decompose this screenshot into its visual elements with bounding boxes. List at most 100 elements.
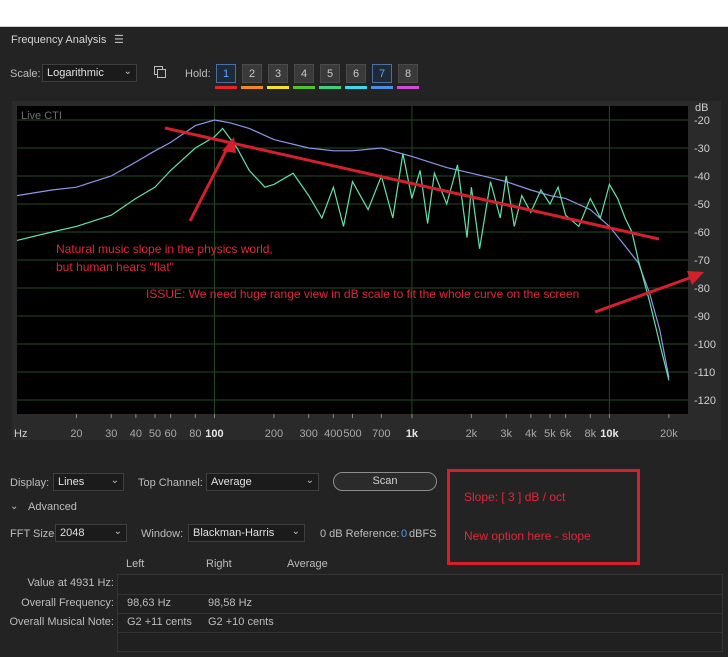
y-tick-label: -40: [694, 171, 710, 183]
overall-frequency-right: 98,58 Hz: [208, 597, 253, 609]
y-tick-label: -50: [694, 199, 710, 211]
x-tick-label: 50: [149, 428, 161, 440]
hold-color-bar-4: [293, 86, 315, 89]
zero-db-reference-unit: dBFS: [409, 528, 437, 540]
table-divider: [118, 613, 722, 614]
fft-size-dropdown[interactable]: 2048 ⌄: [55, 524, 127, 542]
panel-title: Frequency Analysis: [11, 34, 107, 46]
column-header-right: Right: [206, 558, 232, 570]
live-cti-label: Live CTI: [21, 110, 62, 122]
x-tick-label: 20: [70, 428, 82, 440]
y-tick-label: -30: [694, 143, 710, 155]
x-tick-label: 40: [130, 428, 142, 440]
x-tick-label: 1k: [406, 428, 419, 440]
copy-icon[interactable]: [154, 66, 166, 78]
window-value: Blackman-Harris: [193, 527, 275, 539]
y-tick-label: -90: [694, 311, 710, 323]
x-tick-label: 700: [372, 428, 390, 440]
x-axis-unit-label: Hz: [14, 428, 27, 440]
x-tick-label: 100: [205, 428, 223, 440]
x-tick-label: 3k: [500, 428, 512, 440]
fft-size-value: 2048: [60, 527, 85, 539]
x-tick-label: 5k: [544, 428, 556, 440]
application-top-bar: [0, 0, 728, 27]
chevron-down-icon: ⌄: [123, 66, 132, 77]
hold-button-6[interactable]: 6: [346, 64, 366, 83]
top-channel-label: Top Channel:: [138, 477, 203, 489]
chevron-down-icon: ⌄: [305, 475, 314, 486]
y-tick-label: -60: [694, 227, 710, 239]
x-tick-label: 400: [324, 428, 342, 440]
hold-color-bar-3: [267, 86, 289, 89]
scale-dropdown[interactable]: Logarithmic ⌄: [42, 64, 137, 82]
y-tick-label: -110: [694, 367, 715, 379]
hold-button-8[interactable]: 8: [398, 64, 418, 83]
statistics-table: [117, 574, 723, 652]
top-channel-dropdown[interactable]: Average ⌄: [206, 473, 319, 491]
x-tick-label: 10k: [600, 428, 619, 440]
scan-button[interactable]: Scan: [333, 472, 437, 491]
scale-value: Logarithmic: [47, 67, 104, 79]
x-tick-label: 20k: [660, 428, 678, 440]
hold-color-bar-2: [241, 86, 263, 89]
new-option-text: New option here - slope: [464, 529, 591, 543]
overall-note-right: G2 +10 cents: [208, 616, 274, 628]
x-tick-label: 2k: [466, 428, 478, 440]
overall-note-left: G2 +11 cents: [127, 616, 192, 628]
column-header-left: Left: [126, 558, 145, 570]
hold-color-bar-5: [319, 86, 341, 89]
zero-db-reference-value[interactable]: 0: [401, 528, 407, 540]
display-label: Display:: [10, 477, 50, 489]
chevron-down-icon: ⌄: [291, 526, 300, 537]
issue-annotation: ISSUE: We need huge range view in dB sca…: [146, 287, 579, 301]
hamburger-menu-icon[interactable]: ☰: [114, 33, 124, 46]
x-tick-label: 60: [165, 428, 177, 440]
hold-button-5[interactable]: 5: [320, 64, 340, 83]
hold-color-bar-7: [371, 86, 393, 89]
x-tick-label: 30: [105, 428, 117, 440]
x-tick-label: 4k: [525, 428, 537, 440]
hold-button-4[interactable]: 4: [294, 64, 314, 83]
hold-color-bar-6: [345, 86, 367, 89]
scale-label: Scale:: [10, 68, 41, 80]
column-header-average: Average: [287, 558, 328, 570]
advanced-chevron-icon[interactable]: ⌄: [10, 501, 18, 512]
hold-color-bar-1: [215, 86, 237, 89]
hold-button-3[interactable]: 3: [268, 64, 288, 83]
hold-button-2[interactable]: 2: [242, 64, 262, 83]
y-tick-label: -70: [694, 255, 710, 267]
advanced-toggle[interactable]: Advanced: [28, 501, 77, 513]
frequency-chart[interactable]: Live CTI dB Hz 20 30 40 50 60 80 100 200 300 400 5…: [12, 101, 721, 440]
overall-frequency-left: 98,63 Hz: [127, 597, 172, 609]
hold-button-1[interactable]: 1: [216, 64, 236, 83]
window-dropdown[interactable]: Blackman-Harris ⌄: [188, 524, 305, 542]
zero-db-reference-label: 0 dB Reference:: [320, 528, 400, 540]
hold-label: Hold:: [185, 68, 211, 80]
display-value: Lines: [58, 476, 85, 488]
row-label-overall-frequency: Overall Frequency:: [21, 597, 114, 609]
row-label-value-at: Value at 4931 Hz:: [27, 577, 114, 589]
annotation-line-1: Natural music slope in the physics world…: [56, 242, 273, 256]
y-axis-unit-label: dB: [695, 102, 708, 114]
hold-color-bar-8: [397, 86, 419, 89]
x-tick-label: 6k: [560, 428, 572, 440]
row-label-overall-note: Overall Musical Note:: [9, 616, 114, 628]
y-tick-label: -100: [694, 339, 716, 351]
table-divider: [118, 594, 722, 595]
x-tick-label: 80: [189, 428, 201, 440]
hold-button-7[interactable]: 7: [372, 64, 392, 83]
top-channel-value: Average: [211, 476, 252, 488]
x-tick-label: 500: [343, 428, 361, 440]
x-tick-label: 200: [265, 428, 283, 440]
y-tick-label: -80: [694, 283, 710, 295]
y-tick-label: -120: [694, 395, 716, 407]
table-divider: [118, 632, 722, 633]
y-tick-label: -20: [694, 115, 710, 127]
x-tick-label: 300: [300, 428, 318, 440]
fft-size-label: FFT Size:: [10, 528, 58, 540]
display-dropdown[interactable]: Lines ⌄: [53, 473, 124, 491]
chevron-down-icon: ⌄: [110, 475, 119, 486]
x-tick-label: 8k: [584, 428, 596, 440]
slope-option-text: Slope: [ 3 ] dB / oct: [464, 490, 566, 504]
window-label: Window:: [141, 528, 184, 540]
